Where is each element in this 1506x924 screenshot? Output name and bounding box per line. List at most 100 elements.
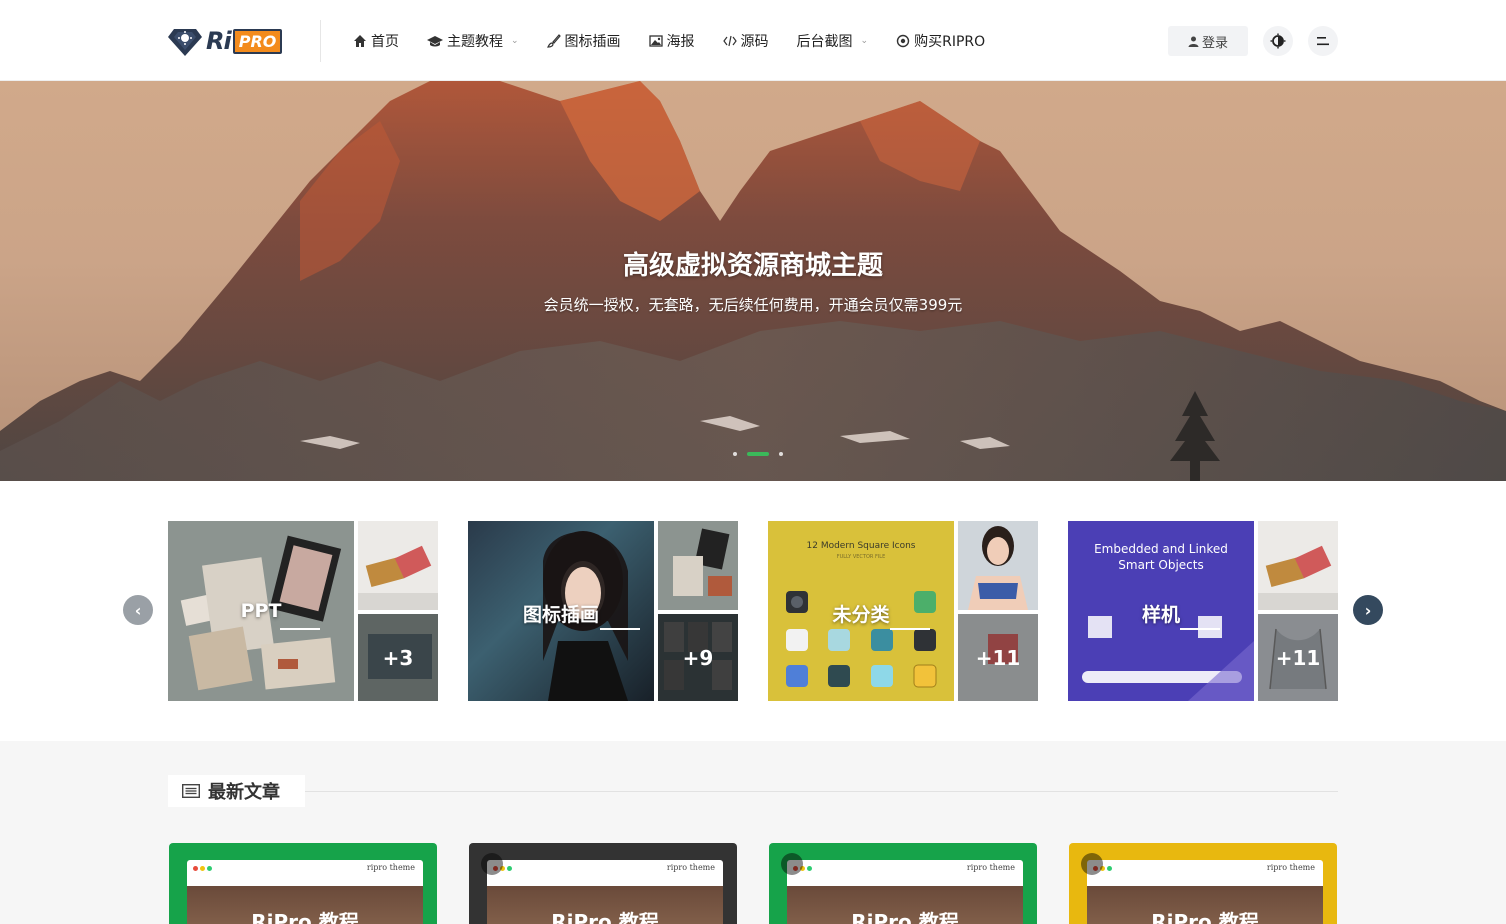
post-hero: RiPro 教程 — [1087, 886, 1323, 924]
post-hero: RiPro 教程 — [487, 886, 723, 924]
lock-icon — [481, 853, 503, 875]
slider-dot[interactable] — [733, 452, 737, 456]
chevron-left-icon: ‹ — [134, 600, 142, 620]
browser-bar: ripro theme — [187, 860, 423, 886]
slider-dot-active[interactable] — [747, 452, 769, 456]
embedded-title-line-2: Smart Objects — [1118, 558, 1204, 572]
browser-bar: ripro theme — [1087, 860, 1323, 886]
diamond-logo-icon — [168, 29, 202, 56]
category-thumb-1 — [658, 521, 738, 610]
category-thumb-1 — [1258, 521, 1338, 610]
code-icon — [722, 35, 737, 47]
slider-dot[interactable] — [779, 452, 783, 456]
circle-dot-icon — [896, 34, 910, 48]
post-brand: ripro theme — [1266, 863, 1315, 872]
post-brand: ripro theme — [666, 863, 715, 872]
category-underline — [890, 628, 930, 630]
category-name: 样机 — [1141, 604, 1180, 626]
post-card[interactable]: ripro theme RiPro 教程 — [169, 843, 437, 924]
nav-item-label: 源码 — [740, 34, 769, 50]
login-label: 登录 — [1201, 35, 1228, 51]
post-card[interactable]: ripro theme RiPro 教程 — [469, 843, 737, 924]
carousel-prev-button[interactable]: ‹ — [123, 595, 153, 625]
category-thumb-2: +3 — [358, 614, 438, 701]
category-underline — [280, 628, 320, 630]
nav-item-label: 首页 — [371, 34, 399, 50]
nav-item-label: 海报 — [666, 34, 695, 50]
category-main-image: 图标插画 — [468, 521, 654, 701]
latest-posts-heading: 最新文章 — [168, 775, 305, 807]
home-icon — [354, 35, 366, 47]
window-dot — [1107, 866, 1112, 871]
image-icon — [648, 35, 663, 47]
hero-slider[interactable]: 高级虚拟资源商城主题 会员统一授权，无套路，无后续任何费用，开通会员仅需399元 — [0, 81, 1506, 481]
post-thumbnail: ripro theme RiPro 教程 — [1087, 860, 1323, 924]
lock-icon — [781, 853, 803, 875]
nav-item-admin-screenshots[interactable]: 后台截图 ⌄ — [797, 31, 869, 51]
nav-item-label: 购买RIPRO — [914, 34, 986, 50]
post-thumbnail: ripro theme RiPro 教程 — [187, 860, 423, 924]
menu-button[interactable] — [1308, 26, 1338, 56]
logo-badge: PRO — [232, 28, 283, 54]
header-divider — [320, 20, 321, 62]
browser-bar: ripro theme — [787, 860, 1023, 886]
category-main-image: Embedded and Linked Smart Objects 样机 — [1068, 521, 1254, 701]
post-hero-text: RiPro 教程 — [551, 910, 659, 924]
post-hero-text: RiPro 教程 — [1151, 910, 1259, 924]
post-card[interactable]: ripro theme RiPro 教程 — [1069, 843, 1337, 924]
icons-pack-title: 12 Modern Square Icons — [806, 541, 916, 551]
post-hero: RiPro 教程 — [787, 886, 1023, 924]
post-brand: ripro theme — [966, 863, 1015, 872]
category-underline — [1180, 628, 1220, 630]
browser-bar: ripro theme — [487, 860, 723, 886]
user-icon — [1188, 36, 1199, 47]
lock-icon — [1081, 853, 1103, 875]
category-extra-count: +9 — [658, 614, 738, 701]
carousel-next-button[interactable]: › — [1353, 595, 1383, 625]
category-card-icons-illustrations[interactable]: 图标插画 +9 — [468, 521, 738, 701]
chevron-right-icon: › — [1364, 600, 1372, 620]
paint-brush-icon — [546, 34, 561, 48]
nav-item-posters[interactable]: 海报 — [648, 31, 695, 51]
nav-item-home[interactable]: 首页 — [353, 31, 399, 51]
nav-item-theme-tutorials[interactable]: 主题教程 ⌄ — [427, 31, 519, 51]
category-extra-count: +3 — [358, 614, 438, 701]
nav-item-label: 图标插画 — [564, 34, 621, 50]
nav-item-icons-illustrations[interactable]: 图标插画 — [546, 31, 621, 51]
slider-pagination — [728, 452, 788, 456]
post-thumbnail: ripro theme RiPro 教程 — [487, 860, 723, 924]
nav-item-buy-ripro[interactable]: 购买RIPRO — [896, 31, 985, 51]
list-icon — [182, 784, 200, 798]
category-thumb-1 — [358, 521, 438, 610]
logo-text: Ri — [206, 27, 232, 55]
window-dot — [207, 866, 212, 871]
hero-title: 高级虚拟资源商城主题 — [622, 251, 883, 281]
category-main-image: 12 Modern Square Icons FULLY VECTOR FILE… — [768, 521, 954, 701]
nav-item-label: 后台截图 — [796, 34, 853, 50]
theme-toggle-button[interactable] — [1263, 26, 1293, 56]
category-card-mockups[interactable]: Embedded and Linked Smart Objects 样机 +11 — [1068, 521, 1338, 701]
category-thumb-2: +11 — [1258, 614, 1338, 701]
post-card[interactable]: ripro theme RiPro 教程 — [769, 843, 1037, 924]
site-header: Ri PRO 首页 主题教程 ⌄ 图标插画 海报 源码 后台截图 ⌄ 购买RIP… — [0, 0, 1506, 81]
category-thumb-2: +9 — [658, 614, 738, 701]
section-divider — [305, 791, 1338, 792]
chevron-down-icon: ⌄ — [511, 36, 519, 46]
category-name: PPT — [240, 600, 282, 622]
embedded-title-line-1: Embedded and Linked — [1094, 542, 1228, 556]
category-main-image: PPT — [168, 521, 354, 701]
window-dot — [200, 866, 205, 871]
site-logo[interactable]: Ri PRO — [168, 24, 283, 58]
hero-subtitle: 会员统一授权，无套路，无后续任何费用，开通会员仅需399元 — [543, 296, 963, 314]
chevron-down-icon: ⌄ — [860, 36, 869, 46]
window-dot — [807, 866, 812, 871]
post-hero: RiPro 教程 — [187, 886, 423, 924]
window-dot — [193, 866, 198, 871]
category-card-uncategorized[interactable]: 12 Modern Square Icons FULLY VECTOR FILE… — [768, 521, 1038, 701]
category-card-ppt[interactable]: PPT +3 — [168, 521, 438, 701]
nav-item-source-code[interactable]: 源码 — [722, 31, 769, 51]
nav-item-label: 主题教程 — [447, 34, 503, 50]
login-button[interactable]: 登录 — [1168, 26, 1248, 56]
graduation-cap-icon — [427, 36, 443, 47]
category-name: 图标插画 — [522, 604, 599, 626]
